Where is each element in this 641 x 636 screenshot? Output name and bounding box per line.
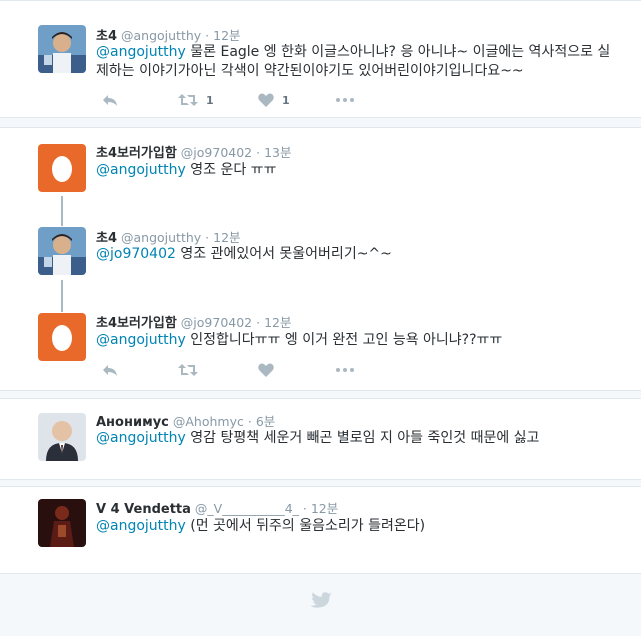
more-icon[interactable]	[336, 90, 354, 110]
avatar[interactable]	[38, 413, 86, 461]
user-handle[interactable]: @angojutthy	[121, 230, 201, 245]
tweet-card[interactable]: V 4 Vendetta @_V__________4_ · 12분 @ango…	[0, 486, 641, 574]
reply-icon[interactable]	[102, 90, 118, 110]
heart-icon[interactable]	[258, 360, 274, 380]
user-handle[interactable]: @jo970402	[181, 145, 252, 160]
tweet-text-content: 인정합니다ㅠㅠ 엥 이거 완전 고인 능욕 아니냐??ㅠㅠ	[185, 332, 503, 348]
tweet-text-content: 영감 탕평책 세운거 빼곤 별로임 지 아들 죽인것 때문에 싫고	[185, 430, 540, 446]
conversation-card: 초4보러가입함 @jo970402 · 13분 @angojutthy 영조 운…	[0, 127, 641, 391]
mention-link[interactable]: @angojutthy	[96, 44, 186, 60]
display-name[interactable]: 초4	[96, 29, 117, 44]
retweet-icon[interactable]	[178, 360, 198, 380]
user-handle[interactable]: @angojutthy	[121, 28, 201, 43]
tweet-header: Анонимус @Ahohmyc · 6분	[96, 411, 275, 430]
mention-link[interactable]: @angojutthy	[96, 332, 186, 348]
user-handle[interactable]: @Ahohmyc	[173, 414, 244, 429]
tweet-text-content: 영조 운다 ㅠㅠ	[185, 162, 277, 178]
separator-dot: ·	[256, 315, 261, 330]
tweet-text: @angojutthy 인정합니다ㅠㅠ 엥 이거 완전 고인 능욕 아니냐??ㅠ…	[96, 331, 616, 350]
display-name[interactable]: V 4 Vendetta	[96, 502, 191, 517]
tweet-text-content: 영조 관에있어서 못울어버리기~^~	[175, 246, 392, 262]
timestamp[interactable]: 12분	[264, 315, 291, 330]
tweet-header: 초4보러가입함 @jo970402 · 13분	[96, 142, 292, 161]
twitter-bird-icon	[310, 592, 332, 614]
mention-link[interactable]: @angojutthy	[96, 162, 186, 178]
display-name[interactable]: 초4	[96, 231, 117, 246]
display-name[interactable]: Анонимус	[96, 415, 169, 430]
mention-link[interactable]: @angojutthy	[96, 430, 186, 446]
avatar[interactable]	[38, 25, 86, 73]
separator-dot: ·	[205, 28, 210, 43]
display-name[interactable]: 초4보러가입함	[96, 316, 177, 331]
timestamp[interactable]: 6분	[256, 414, 275, 429]
timestamp[interactable]: 13분	[264, 145, 291, 160]
timestamp[interactable]: 12분	[311, 501, 338, 516]
tweet-header: 초4 @angojutthy · 12분	[96, 227, 241, 246]
separator-dot: ·	[205, 230, 210, 245]
tweet-header: 초4 @angojutthy · 12분	[96, 25, 241, 44]
mention-link[interactable]: @jo970402	[96, 246, 176, 262]
tweet-actions: 1 1	[96, 90, 396, 110]
tweet-text: @angojutthy 영조 운다 ㅠㅠ	[96, 161, 616, 180]
like-button[interactable]: 1	[258, 90, 290, 110]
display-name[interactable]: 초4보러가입함	[96, 146, 177, 161]
timestamp[interactable]: 12분	[213, 230, 240, 245]
tweet-card[interactable]: Анонимус @Ahohmyc · 6분 @angojutthy 영감 탕평…	[0, 398, 641, 480]
separator-dot: ·	[247, 414, 252, 429]
egg-avatar-icon[interactable]	[38, 144, 86, 192]
reply-icon[interactable]	[102, 360, 118, 380]
tweet-card[interactable]: 초4 @angojutthy · 12분 @angojutthy 물론 Eagl…	[0, 0, 641, 118]
tweet-card[interactable]: 초4 @angojutthy · 12분 @jo970402 영조 관에있어서 …	[0, 214, 641, 298]
avatar[interactable]	[38, 227, 86, 275]
more-icon[interactable]	[336, 360, 354, 380]
avatar[interactable]	[38, 499, 86, 547]
tweet-text: @angojutthy 영감 탕평책 세운거 빼곤 별로임 지 아들 죽인것 때…	[96, 429, 616, 448]
heart-icon	[258, 93, 274, 107]
retweet-count: 1	[206, 93, 214, 107]
conversation-timeline: 초4 @angojutthy · 12분 @angojutthy 물론 Eagl…	[0, 0, 641, 636]
tweet-header: V 4 Vendetta @_V__________4_ · 12분	[96, 498, 338, 517]
egg-avatar-icon[interactable]	[38, 313, 86, 361]
separator-dot: ·	[256, 145, 261, 160]
tweet-text: @angojutthy (먼 곳에서 뒤주의 울음소리가 들려온다)	[96, 517, 616, 536]
tweet-card[interactable]: 초4보러가입함 @jo970402 · 12분 @angojutthy 인정합니…	[0, 298, 641, 392]
retweet-button[interactable]: 1	[178, 90, 214, 110]
tweet-text: @angojutthy 물론 Eagle 엥 한화 이글스아니냐? 응 아니냐~…	[96, 43, 616, 81]
tweet-actions	[96, 360, 396, 380]
retweet-icon	[178, 93, 198, 107]
mention-link[interactable]: @angojutthy	[96, 518, 186, 534]
like-count: 1	[282, 93, 290, 107]
tweet-text-content: (먼 곳에서 뒤주의 울음소리가 들려온다)	[185, 518, 426, 534]
tweet-card[interactable]: 초4보러가입함 @jo970402 · 13분 @angojutthy 영조 운…	[0, 128, 641, 214]
user-handle[interactable]: @jo970402	[181, 315, 252, 330]
timestamp[interactable]: 12분	[213, 28, 240, 43]
tweet-text: @jo970402 영조 관에있어서 못울어버리기~^~	[96, 245, 616, 264]
separator-dot: ·	[302, 501, 307, 516]
tweet-header: 초4보러가입함 @jo970402 · 12분	[96, 312, 292, 331]
user-handle[interactable]: @_V__________4_	[195, 501, 299, 516]
